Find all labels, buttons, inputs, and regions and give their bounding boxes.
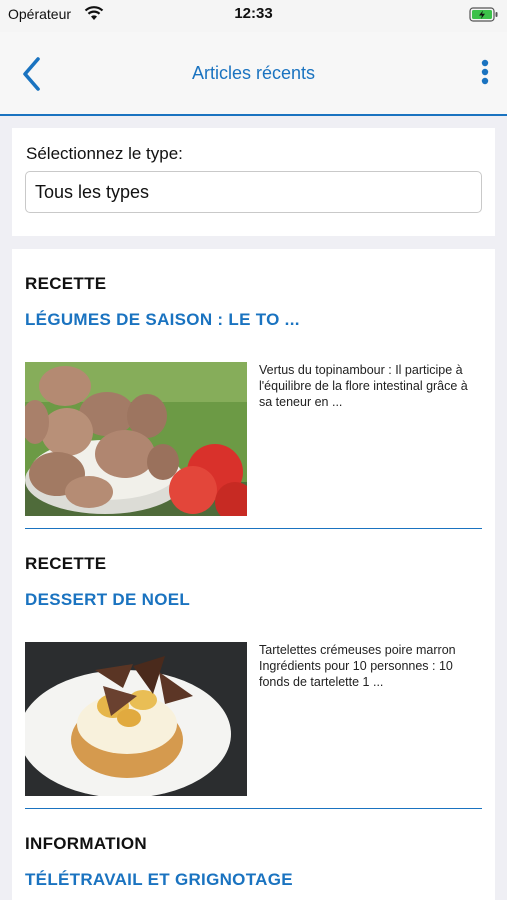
clock: 12:33 — [234, 5, 273, 22]
battery-charging-icon — [469, 7, 499, 26]
article-type: RECETTE — [25, 554, 107, 573]
article-title[interactable]: LÉGUMES DE SAISON : LE TO ... — [25, 310, 300, 330]
article-list: RECETTE LÉGUMES DE SAISON : LE TO ... Ve… — [12, 249, 495, 900]
article-excerpt: Tartelettes crémeuses poire marron Ingré… — [259, 643, 456, 689]
article-title[interactable]: TÉLÉTRAVAIL ET GRIGNOTAGE — [25, 870, 293, 890]
topinambour-photo[interactable] — [21, 362, 255, 522]
tartelette-photo[interactable] — [19, 642, 247, 798]
article-type: RECETTE — [25, 274, 107, 293]
status-bar: Opérateur 12:33 — [0, 0, 507, 32]
article-divider — [25, 808, 482, 809]
type-filter-card: Sélectionnez le type: Tous les types — [12, 128, 495, 236]
article-divider — [25, 528, 482, 529]
navigation-bar: Articles récents — [0, 32, 507, 116]
more-menu-button[interactable] — [477, 58, 493, 90]
page-title: Articles récents — [191, 63, 316, 83]
type-filter-label: Sélectionnez le type: — [26, 144, 183, 163]
more-vertical-icon — [481, 59, 489, 85]
article-excerpt: Vertus du topinambour : Il participe à l… — [259, 363, 468, 409]
article-type: INFORMATION — [25, 834, 147, 853]
type-select[interactable]: Tous les types — [25, 171, 482, 213]
article-title[interactable]: DESSERT DE NOEL — [25, 590, 190, 610]
